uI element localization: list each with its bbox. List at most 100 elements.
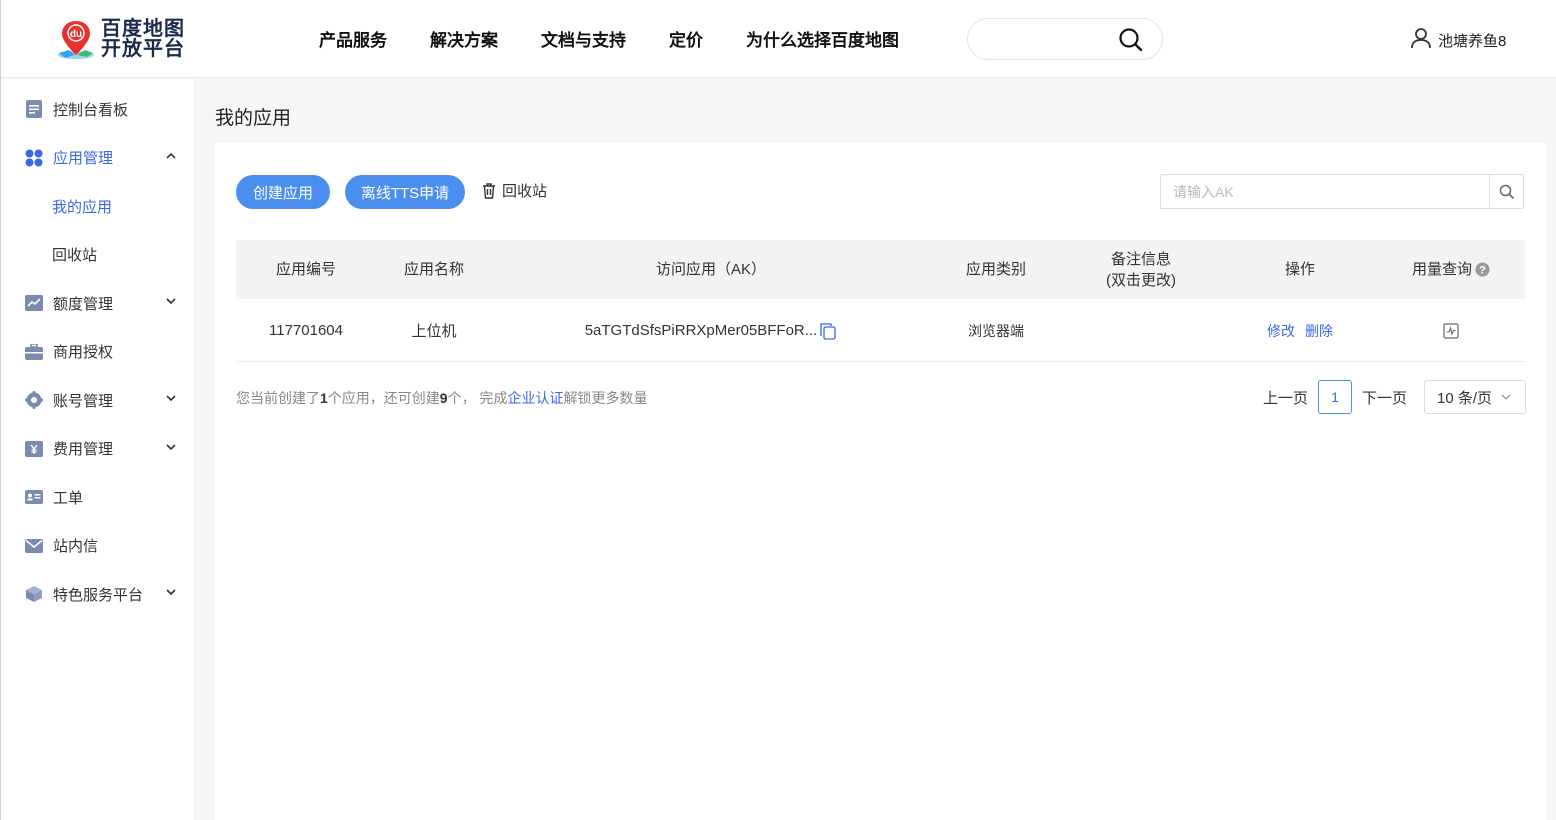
col-note-line1: 备注信息 (1110, 250, 1171, 268)
sidebar-item-billing[interactable]: 费用管理 (1, 425, 194, 474)
search-icon[interactable] (1118, 27, 1144, 53)
col-note: 备注信息 (双击更改) (1076, 240, 1206, 299)
cell-app-type: 浏览器端 (968, 322, 1024, 339)
summary-mid: 个应用，还可创建 (327, 390, 440, 406)
cell-app-id: 117701604 (269, 322, 343, 339)
cell-ak-value: 5aTGTdSfsPiRRXpMer05BFFoR... (584, 322, 818, 339)
help-icon[interactable]: ? (1475, 262, 1490, 277)
header-search-input[interactable] (984, 19, 1124, 59)
dashboard-icon (25, 100, 43, 119)
svg-text:?: ? (1479, 265, 1486, 277)
recycle-bin-link[interactable]: 回收站 (482, 180, 547, 201)
sidebar-item-label: 控制台看板 (53, 101, 129, 119)
apps-panel: 创建应用 离线TTS申请 回收站 应用编号 应用名称 访问应用（AK） 应用类别… (215, 143, 1546, 820)
nav-pricing[interactable]: 定价 (669, 26, 703, 51)
nav-products[interactable]: 产品服务 (319, 26, 387, 51)
app-count-summary: 您当前创建了1个应用，还可创建9个， 完成企业认证解锁更多数量 (236, 388, 647, 408)
col-app-id: 应用编号 (275, 261, 336, 278)
table-row: 117701604 上位机 5aTGTdSfsPiRRXpMer05BFFoR.… (236, 299, 1525, 362)
top-header: du 百度地图 开放平台 产品服务 解决方案 文档与支持 定价 为什么选择百度地… (1, 0, 1556, 78)
search-icon[interactable] (1489, 175, 1523, 208)
sidebar-item-label: 商用授权 (53, 344, 114, 362)
enterprise-verify-link[interactable]: 企业认证 (507, 390, 563, 406)
nav-solutions[interactable]: 解决方案 (430, 26, 498, 51)
ak-search-input[interactable] (1161, 175, 1489, 208)
summary-prefix: 您当前创建了 (236, 390, 320, 406)
next-page-button[interactable]: 下一页 (1362, 387, 1407, 408)
sidebar-item-ticket[interactable]: 工单 (1, 473, 194, 522)
yen-icon (25, 440, 43, 458)
sidebar-item-recycle-bin[interactable]: 回收站 (1, 231, 194, 280)
account-gear-icon (25, 391, 43, 410)
sidebar-item-label: 我的应用 (52, 198, 113, 216)
page-size-value: 10 条/页 (1437, 389, 1493, 407)
nav-why-baidu[interactable]: 为什么选择百度地图 (746, 26, 899, 51)
sidebar-item-label: 回收站 (52, 247, 98, 265)
cell-usage (1396, 299, 1506, 362)
main-nav: 产品服务 解决方案 文档与支持 定价 为什么选择百度地图 (319, 26, 942, 51)
chevron-down-icon[interactable] (165, 441, 177, 453)
sidebar-item-label: 额度管理 (53, 295, 114, 313)
cell-ak: 5aTGTdSfsPiRRXpMer05BFFoR... (581, 299, 841, 362)
sidebar-item-label: 应用管理 (53, 150, 114, 168)
cell-app-name: 上位机 (411, 323, 457, 340)
page-number-current[interactable]: 1 (1318, 380, 1353, 414)
recycle-bin-label: 回收站 (502, 183, 548, 200)
chevron-down-icon[interactable] (165, 392, 177, 404)
briefcase-icon (25, 343, 43, 361)
sidebar-item-dashboard[interactable]: 控制台看板 (1, 85, 194, 134)
col-usage-label: 用量查询 (1411, 261, 1472, 278)
cell-note[interactable] (1076, 299, 1206, 362)
map-pin-logo-icon: du (55, 17, 97, 61)
prev-page-button[interactable]: 上一页 (1263, 387, 1308, 408)
edit-link[interactable]: 修改 (1267, 321, 1295, 341)
table-header: 应用编号 应用名称 访问应用（AK） 应用类别 备注信息 (双击更改) 操作 用… (236, 240, 1525, 299)
logo-mark-text: du (70, 29, 82, 40)
chevron-down-icon (1501, 394, 1511, 400)
usage-chart-icon[interactable] (1443, 322, 1459, 339)
page-title: 我的应用 (215, 108, 292, 129)
sidebar-item-label: 费用管理 (53, 441, 114, 459)
sidebar-item-messages[interactable]: 站内信 (1, 522, 194, 571)
delete-link[interactable]: 删除 (1305, 321, 1333, 341)
chevron-up-icon[interactable] (165, 150, 177, 162)
apps-table: 应用编号 应用名称 访问应用（AK） 应用类别 备注信息 (双击更改) 操作 用… (236, 240, 1525, 362)
summary-created-count: 1 (320, 390, 328, 406)
sidebar-item-quota[interactable]: 额度管理 (1, 279, 194, 328)
sidebar-item-label: 站内信 (53, 538, 99, 556)
page-size-select[interactable]: 10 条/页 (1424, 380, 1527, 414)
user-name: 池塘养鱼8 (1438, 32, 1507, 50)
pagination: 上一页 1 下一页 10 条/页 (1263, 380, 1527, 414)
nav-docs[interactable]: 文档与支持 (541, 26, 626, 51)
sidebar-item-label: 工单 (53, 489, 84, 507)
cube-icon (25, 585, 43, 603)
trash-icon (483, 182, 495, 199)
sidebar-item-label: 特色服务平台 (53, 586, 144, 604)
col-ak: 访问应用（AK） (655, 261, 766, 278)
quota-chart-icon (25, 294, 43, 312)
user-menu[interactable]: 池塘养鱼8 (1410, 27, 1506, 53)
col-app-name: 应用名称 (403, 261, 464, 278)
ticket-icon (25, 488, 43, 506)
chevron-down-icon[interactable] (165, 586, 177, 598)
offline-tts-apply-button[interactable]: 离线TTS申请 (345, 175, 465, 209)
summary-remaining-count: 9 (439, 390, 448, 406)
sidebar-item-featured-services[interactable]: 特色服务平台 (1, 570, 194, 619)
summary-suffix2: 解锁更多数量 (563, 390, 648, 406)
user-icon (1410, 27, 1432, 53)
col-usage: 用量查询 ? (1396, 240, 1506, 299)
create-app-button[interactable]: 创建应用 (236, 175, 330, 209)
sidebar-item-commercial-license[interactable]: 商用授权 (1, 328, 194, 377)
copy-icon[interactable] (819, 322, 837, 340)
apps-icon (25, 149, 43, 167)
col-operations: 操作 (1284, 261, 1315, 278)
mail-icon (25, 537, 43, 555)
col-note-line2: (双击更改) (1106, 271, 1176, 289)
chevron-down-icon[interactable] (165, 295, 177, 307)
brand-line2: 开放平台 (101, 38, 185, 60)
brand-logo[interactable]: du 百度地图 开放平台 (55, 17, 185, 61)
sidebar-item-app-management[interactable]: 应用管理 (1, 134, 194, 183)
sidebar-item-account[interactable]: 账号管理 (1, 376, 194, 425)
sidebar-item-my-apps[interactable]: 我的应用 (1, 182, 194, 231)
header-search (967, 18, 1163, 60)
